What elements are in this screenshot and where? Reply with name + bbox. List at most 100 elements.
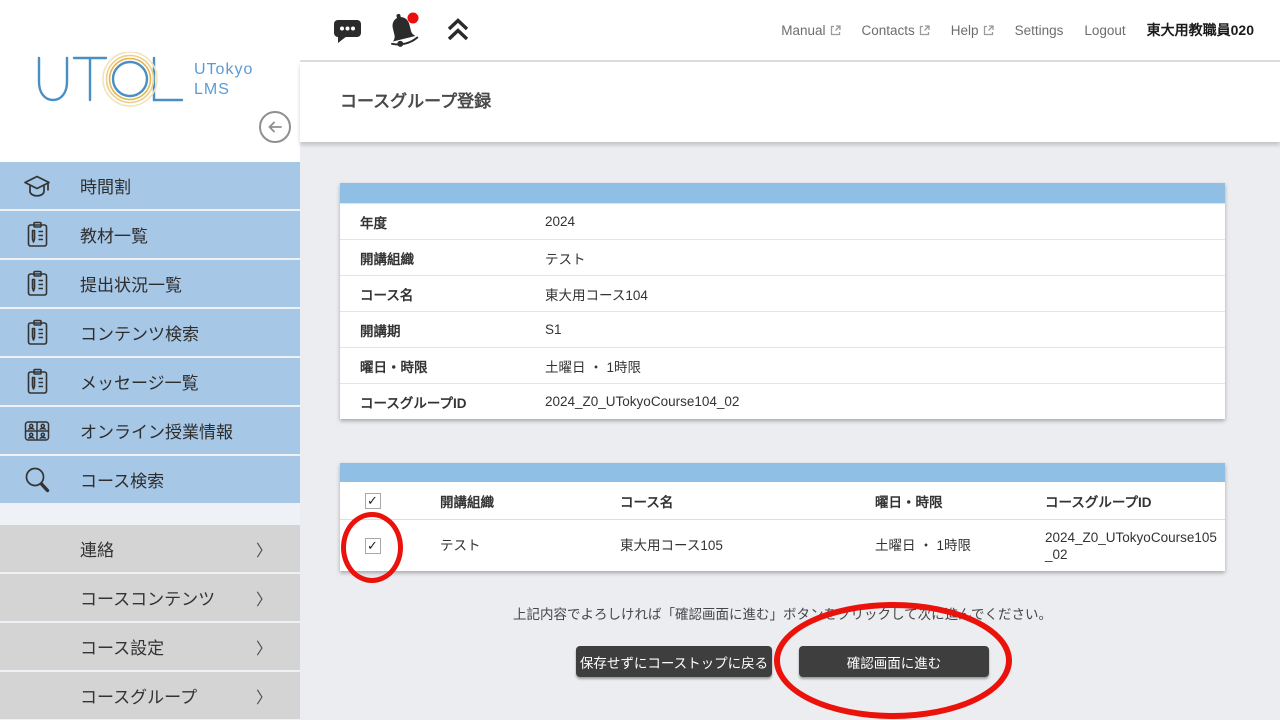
link-help[interactable]: Help — [951, 23, 994, 38]
sidebar: UTokyo LMS 時間割 教材一覧 — [0, 0, 300, 720]
link-logout[interactable]: Logout — [1084, 23, 1125, 38]
clipboard-pen-icon — [22, 367, 52, 397]
sidebar-item-messages[interactable]: メッセージ一覧 — [0, 358, 300, 405]
row-value: 2024_Z0_UTokyoCourse104_02 — [545, 394, 739, 409]
clipboard-pen-icon — [22, 269, 52, 299]
instruction-text: 上記内容でよろしければ「確認画面に進む」ボタンをクリックして次に進んでください。 — [340, 603, 1225, 623]
row-label: 曜日・時限 — [340, 356, 545, 376]
row-checkbox[interactable]: ✓ — [365, 538, 381, 554]
chevron-right-icon: 〉 — [256, 635, 272, 659]
table-row: 開講組織 テスト — [340, 239, 1225, 275]
chat-icon[interactable] — [332, 15, 363, 45]
sidebar-item-course-contents[interactable]: コースコンテンツ 〉 — [0, 574, 300, 621]
sidebar-item-submissions[interactable]: 提出状況一覧 — [0, 260, 300, 307]
utol-logo-icon — [34, 52, 194, 110]
sidebar-item-label: メッセージ一覧 — [80, 369, 199, 394]
table-row: コースグループID 2024_Z0_UTokyoCourse104_02 — [340, 383, 1225, 419]
selection-table-header-row: ✓ 開講組織 コース名 曜日・時限 コースグループID — [340, 482, 1225, 520]
video-grid-icon — [22, 416, 52, 446]
row-value: S1 — [545, 322, 562, 337]
external-link-icon — [919, 25, 930, 36]
topbar-links: Manual Contacts Help Settings — [781, 20, 1254, 40]
sidebar-item-label: 連絡 — [80, 536, 114, 561]
page-title: コースグループ登録 — [300, 62, 1280, 142]
course-selection-table: ✓ 開講組織 コース名 曜日・時限 コースグループID ✓ テスト 東大用コース… — [340, 463, 1225, 571]
graduation-cap-icon — [22, 171, 52, 201]
sidebar-item-online-class-info[interactable]: オンライン授業情報 — [0, 407, 300, 454]
table-header-bar — [340, 183, 1225, 203]
back-to-course-top-button[interactable]: 保存せずにコーストップに戻る — [576, 646, 772, 677]
sidebar-item-content-search[interactable]: コンテンツ検索 — [0, 309, 300, 356]
link-label: Contacts — [862, 23, 915, 38]
sidebar-item-label: コンテンツ検索 — [80, 320, 199, 345]
cell-schedule: 土曜日 ・ 1時限 — [840, 537, 1010, 554]
sidebar-item-label: 提出状況一覧 — [80, 271, 182, 296]
arrow-left-icon — [266, 118, 284, 136]
row-value: 2024 — [545, 214, 575, 229]
sidebar-item-label: コースグループ — [80, 683, 197, 708]
chevron-right-icon: 〉 — [256, 586, 272, 610]
magnifier-icon — [22, 465, 52, 495]
proceed-confirm-button[interactable]: 確認画面に進む — [799, 646, 989, 677]
link-label: Help — [951, 23, 979, 38]
logo-subtext-line2: LMS — [194, 80, 253, 100]
clipboard-pen-icon — [22, 318, 52, 348]
cell-group-id: 2024_Z0_UTokyoCourse105_02 — [1010, 529, 1225, 563]
course-group-detail-table: 年度 2024 開講組織 テスト コース名 東大用コース104 開講期 S1 曜… — [340, 183, 1225, 419]
row-label: 開講組織 — [340, 248, 545, 268]
utol-logo — [34, 52, 194, 115]
sidebar-item-course-group[interactable]: コースグループ 〉 — [0, 672, 300, 719]
table-row: 年度 2024 — [340, 203, 1225, 239]
button-row: 保存せずにコーストップに戻る 確認画面に進む — [340, 646, 1225, 677]
topbar-icon-group — [332, 11, 472, 49]
user-name: 東大用教職員020 — [1147, 20, 1254, 40]
sidebar-item-label: コースコンテンツ — [80, 585, 215, 610]
cell-course-name: 東大用コース105 — [585, 537, 840, 554]
sidebar-item-label: 時間割 — [80, 173, 131, 198]
sidebar-section-gap — [0, 505, 300, 525]
content-area: 年度 2024 開講組織 テスト コース名 東大用コース104 開講期 S1 曜… — [300, 142, 1280, 720]
logo-subtext: UTokyo LMS — [194, 60, 253, 100]
column-header: 開講組織 — [405, 491, 585, 511]
select-all-checkbox[interactable]: ✓ — [365, 493, 381, 509]
logo-subtext-line1: UTokyo — [194, 60, 253, 80]
sidebar-item-course-search[interactable]: コース検索 — [0, 456, 300, 503]
sidebar-item-label: オンライン授業情報 — [80, 418, 233, 443]
table-header-bar — [340, 463, 1225, 482]
row-value: テスト — [545, 248, 586, 268]
column-header: コース名 — [585, 491, 840, 511]
column-header: コースグループID — [1010, 491, 1225, 511]
link-manual[interactable]: Manual — [781, 23, 840, 38]
column-header: 曜日・時限 — [840, 491, 1010, 511]
row-label: コースグループID — [340, 392, 545, 412]
collapse-chevrons-icon[interactable] — [444, 16, 472, 44]
page-title-band: コースグループ登録 — [300, 62, 1280, 142]
row-label: 開講期 — [340, 320, 545, 340]
link-settings[interactable]: Settings — [1015, 23, 1064, 38]
cell-org: テスト — [405, 537, 585, 554]
link-label: Settings — [1015, 23, 1064, 38]
topbar: Manual Contacts Help Settings — [300, 0, 1280, 62]
chevron-right-icon: 〉 — [256, 684, 272, 708]
sidebar-item-materials[interactable]: 教材一覧 — [0, 211, 300, 258]
clipboard-pen-icon — [22, 220, 52, 250]
sidebar-collapse-button[interactable] — [259, 111, 291, 143]
notification-bell-icon[interactable] — [385, 11, 422, 49]
row-label: 年度 — [340, 212, 545, 232]
sidebar-item-label: 教材一覧 — [80, 222, 148, 247]
sidebar-item-contact[interactable]: 連絡 〉 — [0, 525, 300, 572]
sidebar-item-timetable[interactable]: 時間割 — [0, 162, 300, 209]
table-row: コース名 東大用コース104 — [340, 275, 1225, 311]
external-link-icon — [983, 25, 994, 36]
table-row: 開講期 S1 — [340, 311, 1225, 347]
row-value: 土曜日 ・ 1時限 — [545, 356, 641, 376]
sidebar-item-course-settings[interactable]: コース設定 〉 — [0, 623, 300, 670]
link-label: Manual — [781, 23, 825, 38]
link-label: Logout — [1084, 23, 1125, 38]
link-contacts[interactable]: Contacts — [862, 23, 930, 38]
row-label: コース名 — [340, 284, 545, 304]
sidebar-item-label: コース設定 — [80, 634, 164, 659]
chevron-right-icon: 〉 — [256, 537, 272, 561]
main-area: Manual Contacts Help Settings — [300, 0, 1280, 720]
table-row: ✓ テスト 東大用コース105 土曜日 ・ 1時限 2024_Z0_UTokyo… — [340, 520, 1225, 571]
